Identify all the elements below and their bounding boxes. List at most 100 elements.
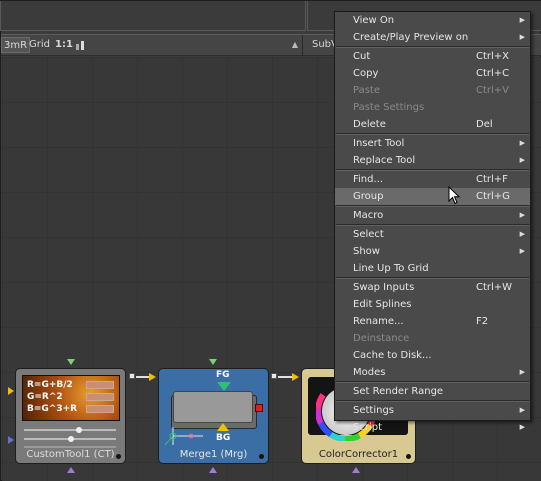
menu-item-cache-to-disk[interactable]: Cache to Disk... <box>335 347 530 364</box>
menu-item-macro[interactable]: Macro ▶ <box>335 207 530 224</box>
merge-input-bottom[interactable] <box>209 467 217 473</box>
custom-tool-label: CustomTool1 (CT) <box>26 449 115 460</box>
menu-item-label: Paste <box>353 85 380 96</box>
custom-tool-thumbnail: R=G+B/2 G=R^2 B=G^3+R <box>22 375 120 421</box>
submenu-arrow-icon: ▶ <box>519 33 525 41</box>
menu-item-label: Deinstance <box>353 333 410 344</box>
menu-item-label: Show <box>353 246 380 257</box>
custom-tool-expr-r: R=G+B/2 <box>27 380 73 390</box>
submenu-arrow-icon: ▶ <box>519 211 525 219</box>
mouse-cursor-icon <box>448 186 461 205</box>
viewer-toolbar-left: 3mR Grid 1:1 ▲ <box>1 35 303 55</box>
merge-bg-input[interactable] <box>217 423 229 431</box>
toolbar-expand-icon[interactable]: ▲ <box>292 40 298 49</box>
merge-axis-icon <box>164 427 203 446</box>
menu-item-insert-tool[interactable]: Insert Tool ▶ <box>335 135 530 152</box>
custom-tool-swatch-b <box>86 405 114 413</box>
custom-tool-slider-3 <box>24 446 116 448</box>
menu-item-create-play-preview-on[interactable]: Create/Play Preview on ▶ <box>335 29 530 46</box>
menu-item-label: Macro <box>353 210 384 221</box>
custom-tool-swatch-r <box>86 381 114 389</box>
menu-item-script[interactable]: Script ▶ <box>335 419 530 436</box>
merge-dot <box>259 454 264 459</box>
custom-tool-knob-1 <box>76 427 82 433</box>
menu-item-label: Paste Settings <box>353 102 425 113</box>
menu-item-swap-inputs[interactable]: Swap Inputs Ctrl+W <box>335 279 530 296</box>
custom-tool-input-left[interactable] <box>8 387 14 395</box>
menu-item-set-render-range[interactable]: Set Render Range <box>335 383 530 400</box>
submenu-arrow-icon: ▶ <box>519 423 525 431</box>
lut-icon[interactable] <box>75 40 87 50</box>
menu-item-label: Line Up To Grid <box>353 263 429 274</box>
menu-item-find[interactable]: Find... Ctrl+F <box>335 171 530 188</box>
menu-item-delete[interactable]: Delete Del <box>335 116 530 133</box>
cc-dot <box>406 454 411 459</box>
menu-item-label: Replace Tool <box>353 155 416 166</box>
menu-item-shortcut: Del <box>476 119 493 130</box>
ratio-button[interactable]: 1:1 <box>55 37 73 53</box>
link-ct-to-merge <box>136 376 150 378</box>
custom-tool-output[interactable] <box>129 373 135 379</box>
submenu-arrow-icon: ▶ <box>519 139 525 147</box>
menu-item-label: Swap Inputs <box>353 282 415 293</box>
menu-item-shortcut: Ctrl+G <box>476 191 510 202</box>
merge-label: Merge1 (Mrg) <box>179 449 248 460</box>
menu-item-line-up-to-grid[interactable]: Line Up To Grid <box>335 260 530 277</box>
menu-item-shortcut: Ctrl+F <box>476 174 508 185</box>
node-merge[interactable]: FG BG Merge1 (Mrg) <box>158 368 269 464</box>
link-merge-to-cc <box>278 376 292 378</box>
cc-input-bottom[interactable] <box>352 467 360 473</box>
custom-tool-knob-2 <box>68 436 74 442</box>
menu-item-label: Select <box>353 229 384 240</box>
menu-item-shortcut: Ctrl+V <box>476 85 510 96</box>
cc-label: ColorCorrector1 <box>318 449 399 460</box>
menu-item-deinstance: Deinstance <box>335 330 530 347</box>
menu-item-label: Insert Tool <box>353 138 405 149</box>
menu-item-label: Settings <box>353 405 395 416</box>
merge-output-red[interactable] <box>255 404 263 412</box>
flow-window: 3mR Grid 1:1 ▲ SubV R=G+B/2 G=R^2 B=G^3+… <box>0 0 541 481</box>
menu-item-cut[interactable]: Cut Ctrl+X <box>335 48 530 65</box>
custom-tool-input-bottom[interactable] <box>67 467 75 473</box>
custom-tool-mask-input[interactable] <box>8 436 14 444</box>
menu-item-edit-splines[interactable]: Edit Splines <box>335 296 530 313</box>
menu-item-label: Edit Splines <box>353 299 412 310</box>
submenu-arrow-icon: ▶ <box>519 156 525 164</box>
custom-tool-expr-g: G=R^2 <box>27 392 63 402</box>
menu-item-modes[interactable]: Modes ▶ <box>335 364 530 381</box>
menu-item-label: Rename... <box>353 316 404 327</box>
menu-item-label: Find... <box>353 174 384 185</box>
grid-button[interactable]: Grid <box>29 37 50 53</box>
submenu-arrow-icon: ▶ <box>519 230 525 238</box>
custom-tool-expr-b: B=G^3+R <box>27 404 78 414</box>
menu-item-select[interactable]: Select ▶ <box>335 226 530 243</box>
menu-item-show[interactable]: Show ▶ <box>335 243 530 260</box>
link-ct-arrow <box>149 373 156 381</box>
merge-input-top[interactable] <box>209 359 217 365</box>
menu-item-label: Cut <box>353 51 371 62</box>
toolbar-fragment-button[interactable]: 3mR <box>1 37 31 53</box>
menu-item-group[interactable]: Group Ctrl+G <box>335 188 530 205</box>
custom-tool-input-top[interactable] <box>67 359 75 365</box>
menu-item-copy[interactable]: Copy Ctrl+C <box>335 65 530 82</box>
merge-output[interactable] <box>271 373 277 379</box>
merge-bg-label: BG <box>216 433 231 443</box>
menu-item-label: Modes <box>353 367 386 378</box>
merge-fg-input[interactable] <box>217 382 231 391</box>
context-menu: View On ▶ Create/Play Preview on ▶ Cut Ctrl+X… <box>334 11 531 433</box>
menu-item-label: Set Render Range <box>353 386 444 397</box>
menu-item-replace-tool[interactable]: Replace Tool ▶ <box>335 152 530 169</box>
custom-tool-dot <box>116 454 121 459</box>
menu-item-settings[interactable]: Settings ▶ <box>335 402 530 419</box>
menu-item-shortcut: Ctrl+C <box>476 68 510 79</box>
menu-item-paste: Paste Ctrl+V <box>335 82 530 99</box>
custom-tool-slider-1 <box>24 429 116 431</box>
merge-fg-box <box>173 391 253 423</box>
menu-item-label: Create/Play Preview on <box>353 32 469 43</box>
node-custom-tool[interactable]: R=G+B/2 G=R^2 B=G^3+R CustomTool1 (CT) <box>15 368 126 464</box>
menu-item-label: View On <box>353 15 395 26</box>
submenu-arrow-icon: ▶ <box>519 368 525 376</box>
submenu-arrow-icon: ▶ <box>519 16 525 24</box>
menu-item-rename[interactable]: Rename... F2 <box>335 313 530 330</box>
menu-item-view-on[interactable]: View On ▶ <box>335 12 530 29</box>
